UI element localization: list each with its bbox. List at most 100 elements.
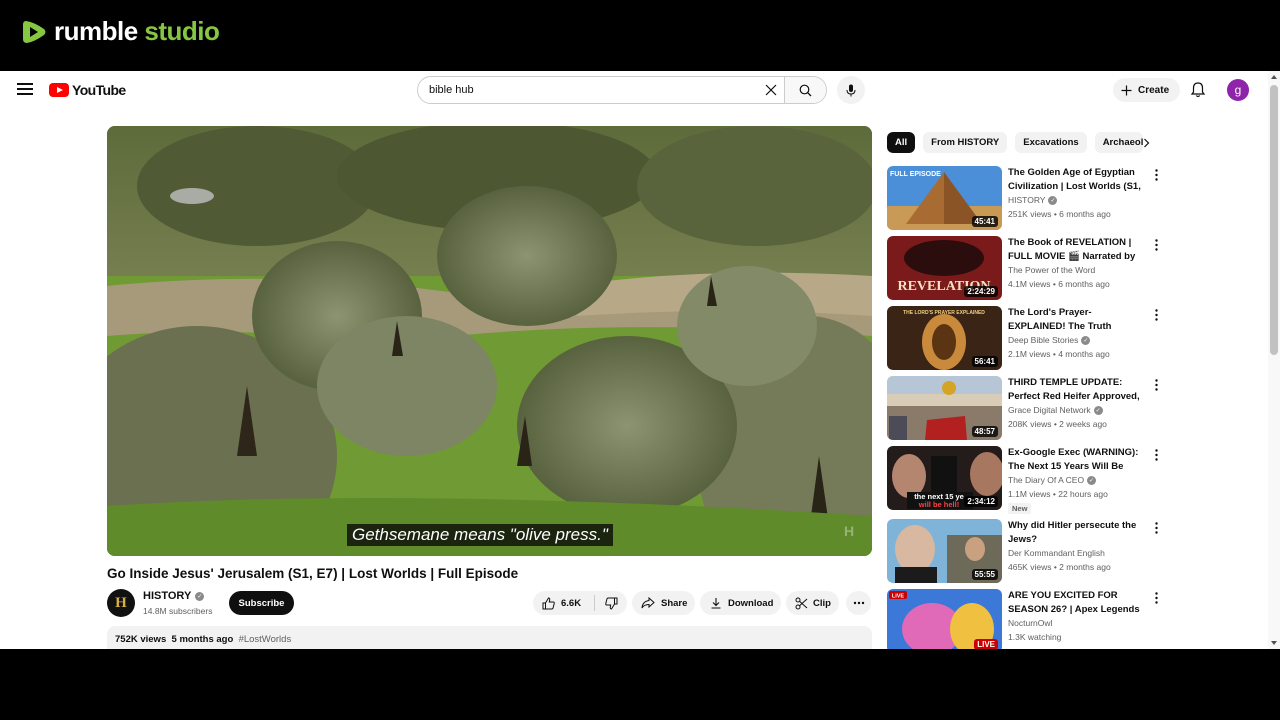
svg-text:LIVE: LIVE: [892, 594, 905, 600]
channel-name[interactable]: HISTORY ✓: [143, 590, 205, 602]
like-button[interactable]: 6.6K: [533, 595, 595, 611]
more-actions-icon[interactable]: [846, 591, 871, 615]
share-button[interactable]: Share: [632, 591, 695, 615]
like-dislike-group: 6.6K: [533, 591, 627, 615]
duration-badge: 2:24:29: [964, 286, 998, 297]
video-frame-olive-grove: [107, 126, 872, 556]
recommendation-item[interactable]: THE LORD'S PRAYER EXPLAINED 56:41 The Lo…: [887, 306, 1167, 372]
chip-archaeology[interactable]: Archaeology: [1094, 132, 1143, 153]
svg-text:will be hell!: will be hell!: [918, 500, 959, 509]
search-input[interactable]: [418, 77, 758, 103]
video-thumbnail: THE LORD'S PRAYER EXPLAINED 56:41: [887, 306, 1002, 370]
video-thumbnail: LIVE LIVE: [887, 589, 1002, 649]
recommendation-item[interactable]: the next 15 ye will be hell! 2:34:12 Ex-G…: [887, 446, 1167, 514]
chevron-right-icon[interactable]: [1138, 135, 1154, 151]
download-button[interactable]: Download: [700, 591, 781, 615]
share-label: Share: [661, 597, 688, 609]
svg-text:FULL EPISODE: FULL EPISODE: [890, 171, 941, 178]
new-badge: New: [1008, 503, 1032, 514]
account-avatar[interactable]: g: [1227, 79, 1249, 101]
live-badge: LIVE: [974, 639, 998, 649]
clear-search-icon[interactable]: [758, 77, 784, 103]
microphone-icon: [846, 84, 856, 96]
rumble-overlay-bottom-bar: [0, 649, 1280, 720]
upload-age: 5 months ago: [171, 634, 234, 645]
duration-badge: 48:57: [971, 426, 998, 437]
recommendation-meta: 208K views • 2 weeks ago: [1008, 419, 1107, 429]
recommendation-channel: The Power of the Word: [1008, 265, 1096, 275]
video-thumbnail: REVELATION 2:24:29: [887, 236, 1002, 300]
video-thumbnail: FULL EPISODE 45:41: [887, 166, 1002, 230]
youtube-logo[interactable]: YouTube: [49, 82, 126, 98]
duration-badge: 2:34:12: [964, 496, 998, 507]
recommendation-channel: Grace Digital Network ✓: [1008, 405, 1103, 415]
search-icon: [799, 84, 812, 96]
more-options-icon[interactable]: [1151, 167, 1161, 183]
duration-badge: 45:41: [971, 216, 998, 227]
recommendation-channel: NocturnOwl: [1008, 618, 1053, 628]
search-box: [417, 76, 827, 104]
chip-excavations[interactable]: Excavations: [1015, 132, 1087, 153]
description-box[interactable]: 752K views 5 months ago #LostWorlds: [107, 626, 872, 649]
recommendation-item[interactable]: REVELATION 2:24:29 The Book of REVELATIO…: [887, 236, 1167, 302]
scrollbar-thumb[interactable]: [1270, 85, 1278, 355]
channel-avatar[interactable]: H: [107, 589, 135, 617]
scroll-up-arrow-icon[interactable]: [1271, 75, 1277, 79]
filter-chips: All From HISTORY Excavations Archaeology: [887, 132, 1143, 153]
duration-badge: 56:41: [971, 356, 998, 367]
video-thumbnail: 55:55: [887, 519, 1002, 583]
more-options-icon[interactable]: [1151, 590, 1161, 606]
chip-from-history[interactable]: From HISTORY: [923, 132, 1008, 153]
chip-all[interactable]: All: [887, 132, 916, 153]
recommendation-title: The Book of REVELATION | FULL MOVIE 🎬 Na…: [1008, 237, 1136, 262]
recommendation-item[interactable]: FULL EPISODE 45:41 The Golden Age of Egy…: [887, 166, 1167, 232]
verified-icon: ✓: [1093, 405, 1103, 415]
recommendation-channel: The Diary Of A CEO ✓: [1008, 475, 1097, 485]
recommendation-meta: 1.3K watching: [1008, 632, 1062, 642]
svg-text:THE LORD'S PRAYER EXPLAINED: THE LORD'S PRAYER EXPLAINED: [903, 310, 985, 316]
more-options-icon[interactable]: [1151, 447, 1161, 463]
recommendation-channel: Deep Bible Stories ✓: [1008, 335, 1091, 345]
scroll-down-arrow-icon[interactable]: [1271, 641, 1277, 645]
browser-viewport: YouTube Create g: [0, 71, 1280, 649]
youtube-wordmark: YouTube: [72, 82, 126, 98]
download-label: Download: [728, 597, 774, 609]
subscribe-button[interactable]: Subscribe: [229, 591, 294, 615]
notifications-bell-icon[interactable]: [1189, 81, 1207, 99]
search-button[interactable]: [784, 77, 826, 103]
recommendation-title: ARE YOU EXCITED FOR SEASON 26? | Apex Le…: [1008, 590, 1140, 615]
recommendation-title: Ex-Google Exec (WARNING): The Next 15 Ye…: [1008, 447, 1139, 472]
menu-icon[interactable]: [17, 83, 33, 95]
recommendation-item[interactable]: 48:57 THIRD TEMPLE UPDATE: Perfect Red H…: [887, 376, 1167, 442]
voice-search-button[interactable]: [837, 76, 865, 104]
youtube-play-icon: [49, 83, 69, 97]
more-options-icon[interactable]: [1151, 237, 1161, 253]
masthead: YouTube Create g: [0, 71, 1268, 109]
video-player[interactable]: Gethsemane means "olive press." H: [107, 126, 872, 556]
thumbs-up-icon: [542, 596, 555, 609]
like-count: 6.6K: [561, 597, 582, 609]
verified-icon: ✓: [1081, 335, 1091, 345]
clip-button[interactable]: Clip: [786, 591, 839, 615]
recommendation-item[interactable]: LIVE LIVE ARE YOU EXCITED FOR SEASON 26?…: [887, 589, 1167, 649]
rumble-play-icon: [23, 20, 46, 43]
more-options-icon[interactable]: [1151, 307, 1161, 323]
hashtag-link[interactable]: #LostWorlds: [239, 634, 292, 645]
recommendation-item[interactable]: 55:55 Why did Hitler persecute the Jews?…: [887, 519, 1167, 585]
video-thumbnail: the next 15 ye will be hell! 2:34:12: [887, 446, 1002, 510]
create-button[interactable]: Create: [1113, 78, 1181, 102]
history-watermark-icon: H: [844, 523, 855, 539]
channel-name-text: HISTORY: [143, 590, 192, 602]
video-title: Go Inside Jesus' Jerusalem (S1, E7) | Lo…: [107, 566, 519, 581]
clip-label: Clip: [813, 597, 831, 609]
page-scrollbar[interactable]: [1268, 71, 1280, 649]
recommendation-title: The Lord's Prayer- EXPLAINED! The Truth …: [1008, 307, 1112, 332]
recommendation-meta: 2.1M views • 4 months ago: [1008, 349, 1110, 359]
video-caption: Gethsemane means "olive press.": [347, 524, 613, 546]
recommendation-channel: Der Kommandant English: [1008, 548, 1105, 558]
more-options-icon[interactable]: [1151, 377, 1161, 393]
more-options-icon[interactable]: [1151, 520, 1161, 536]
subscriber-count: 14.8M subscribers: [143, 606, 213, 616]
rumble-overlay-bar: rumble studio: [0, 0, 1280, 71]
dislike-button[interactable]: [595, 597, 627, 610]
